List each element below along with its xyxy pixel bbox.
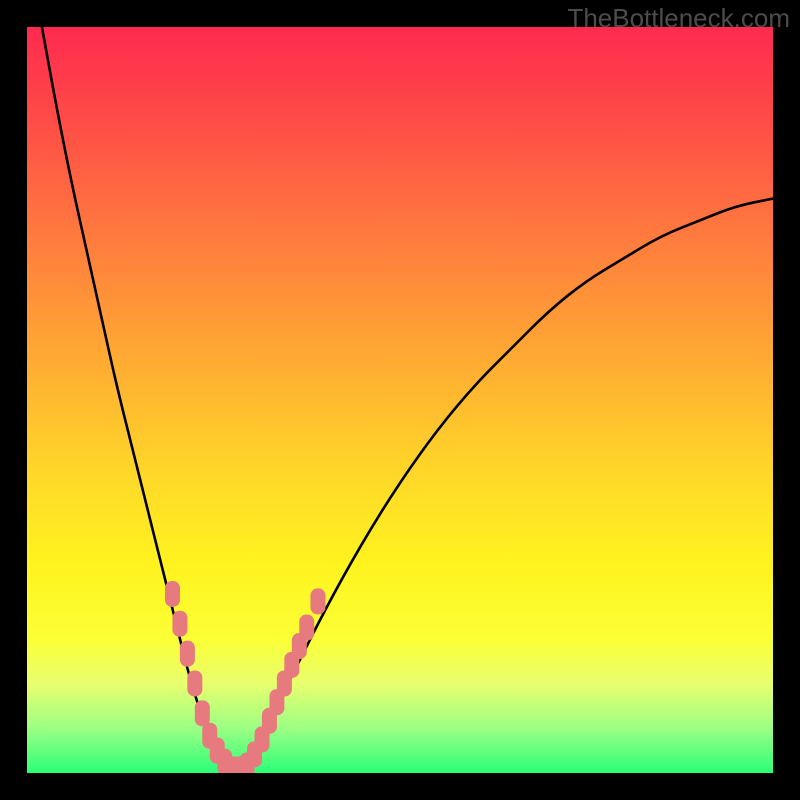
data-marker [187,670,202,696]
data-marker [180,641,195,667]
data-marker [195,700,210,726]
marker-group [165,581,325,773]
data-marker [299,615,314,641]
data-marker [172,611,187,637]
bottleneck-curve [42,27,773,769]
data-marker [165,581,180,607]
data-marker [310,588,325,614]
chart-svg [27,27,773,773]
plot-area [27,27,773,773]
chart-stage: TheBottleneck.com [0,0,800,800]
